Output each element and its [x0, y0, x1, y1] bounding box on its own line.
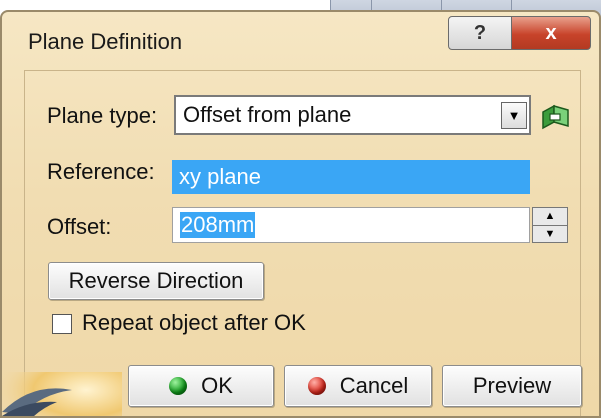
preview-button[interactable]: Preview — [442, 365, 582, 407]
offset-value: 208mm — [180, 212, 256, 238]
plane-type-value: Offset from plane — [183, 102, 352, 127]
reverse-direction-button[interactable]: Reverse Direction — [48, 262, 264, 300]
cancel-red-dot-icon — [307, 377, 326, 395]
title-bar[interactable]: Plane Definition ? x — [2, 12, 599, 70]
offset-input[interactable]: 208mm — [172, 207, 530, 243]
ok-button[interactable]: OK — [128, 365, 274, 407]
offset-spinner[interactable]: ▲ ▼ — [532, 207, 568, 243]
plane-type-label: Plane type: — [47, 103, 158, 128]
preview-label: Preview — [472, 373, 552, 398]
help-button[interactable]: ? — [448, 16, 512, 50]
plane-definition-dialog: Plane Definition ? x Plane type: Offset … — [0, 10, 601, 418]
repeat-checkbox[interactable] — [52, 314, 72, 334]
dialog-title: Plane Definition — [28, 29, 183, 54]
ok-label: OK — [201, 373, 233, 398]
app-logo-icon — [2, 372, 122, 416]
offset-label: Offset: — [47, 214, 112, 239]
reference-label: Reference: — [47, 159, 155, 184]
spin-up-icon[interactable]: ▲ — [533, 208, 567, 226]
help-icon: ? — [473, 21, 487, 44]
cancel-button[interactable]: Cancel — [284, 365, 432, 407]
plane-type-combo[interactable]: Offset from plane — [174, 95, 531, 135]
plane-icon[interactable] — [537, 100, 577, 134]
ok-green-dot-icon — [169, 377, 188, 395]
close-button[interactable]: x — [511, 16, 591, 50]
close-icon: x — [545, 21, 557, 44]
reference-field[interactable]: xy plane — [172, 160, 530, 194]
reverse-direction-label: Reverse Direction — [68, 268, 244, 293]
spin-down-icon[interactable]: ▼ — [533, 226, 567, 243]
dropdown-arrow-icon[interactable]: ▼ — [501, 102, 527, 129]
repeat-label: Repeat object after OK — [82, 310, 306, 335]
cancel-label: Cancel — [339, 373, 409, 398]
reference-value: xy plane — [179, 164, 261, 189]
